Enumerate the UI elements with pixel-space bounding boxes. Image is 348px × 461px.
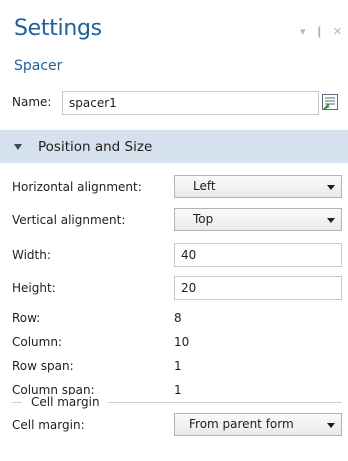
settings-panel: Settings ▾ ❙ ✕ Spacer Name: Position and… <box>0 0 348 461</box>
cell-margin-group-header: Cell margin <box>12 395 342 409</box>
dropdown-arrow-icon[interactable]: ▾ <box>300 26 306 37</box>
height-label: Height: <box>12 281 56 295</box>
horizontal-alignment-label: Horizontal alignment: <box>12 180 142 194</box>
cell-margin-value: From parent form <box>189 417 294 431</box>
pin-icon[interactable]: ❙ <box>315 26 324 37</box>
row-span-value: 1 <box>174 359 182 373</box>
vertical-alignment-select[interactable]: Top <box>174 208 342 231</box>
column-label: Column: <box>12 335 62 349</box>
collapse-arrow-icon[interactable] <box>14 143 22 150</box>
row-span-row: Row span: 1 <box>12 354 342 378</box>
close-icon[interactable]: ✕ <box>333 26 342 37</box>
edit-label-icon <box>322 94 338 110</box>
row-label: Row: <box>12 311 41 325</box>
height-row: Height: 20 <box>12 276 342 300</box>
group-divider-left <box>12 402 22 403</box>
cell-margin-select[interactable]: From parent form <box>174 413 342 436</box>
vertical-alignment-row: Vertical alignment: Top <box>12 208 342 232</box>
chevron-down-icon <box>327 423 335 428</box>
name-label: Name: <box>12 95 52 109</box>
cell-margin-row: Cell margin: From parent form <box>12 413 342 437</box>
cell-margin-label: Cell margin: <box>12 418 85 432</box>
section-position-and-size[interactable]: Position and Size <box>0 130 348 163</box>
width-label: Width: <box>12 248 51 262</box>
section-title: Position and Size <box>38 138 153 155</box>
chevron-down-icon <box>327 218 335 223</box>
name-input[interactable] <box>62 91 319 115</box>
column-value: 10 <box>174 335 190 349</box>
horizontal-alignment-row: Horizontal alignment: Left <box>12 175 342 199</box>
name-row: Name: <box>12 91 338 115</box>
width-row: Width: 40 <box>12 243 342 267</box>
vertical-alignment-label: Vertical alignment: <box>12 213 126 227</box>
horizontal-alignment-select[interactable]: Left <box>174 175 342 198</box>
row-span-label: Row span: <box>12 359 74 373</box>
vertical-alignment-value: Top <box>193 212 214 226</box>
row-value: 8 <box>174 311 182 325</box>
width-input[interactable]: 40 <box>174 243 342 267</box>
row-row: Row: 8 <box>12 306 342 330</box>
window-controls: ▾ ❙ ✕ <box>300 26 342 37</box>
panel-title: Settings <box>14 16 102 41</box>
group-divider-right <box>108 402 342 403</box>
edit-label-button[interactable] <box>319 91 341 113</box>
horizontal-alignment-value: Left <box>193 179 216 193</box>
panel-subtitle: Spacer <box>14 58 63 74</box>
cell-margin-group-title: Cell margin <box>31 395 106 409</box>
height-input[interactable]: 20 <box>174 276 342 300</box>
chevron-down-icon <box>327 185 335 190</box>
column-row: Column: 10 <box>12 330 342 354</box>
